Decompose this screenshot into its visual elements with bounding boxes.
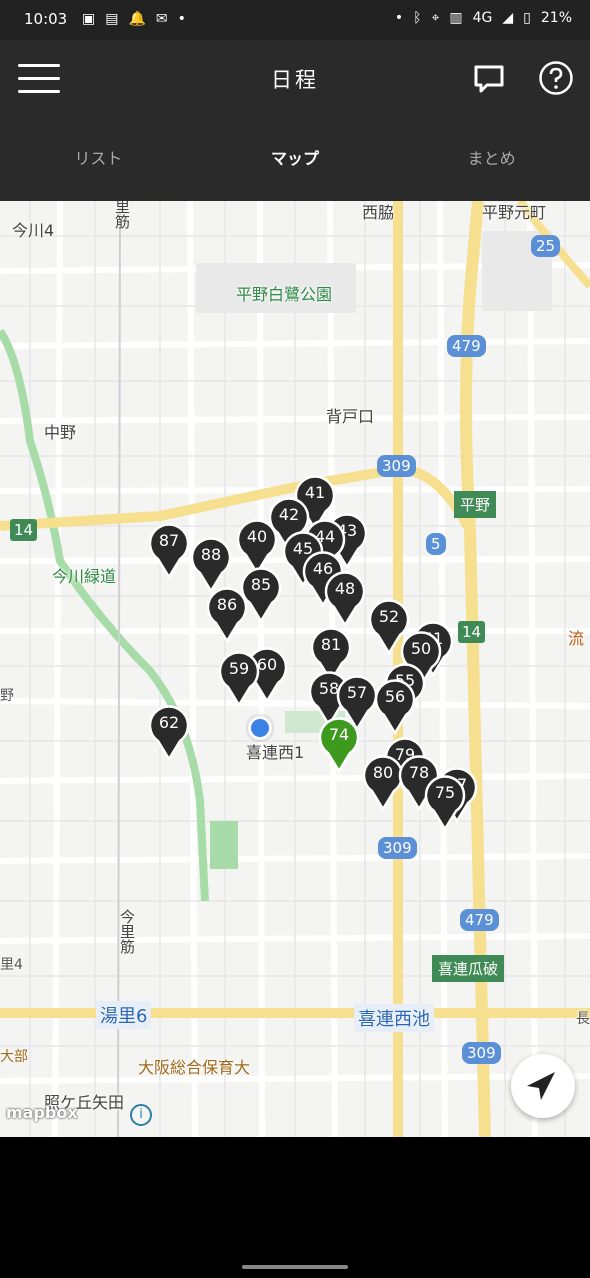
map-label: 大阪総合保育大 [138, 1058, 251, 1077]
map-label: 背戸口 [326, 407, 375, 426]
map-view[interactable]: 今川4 平野白鷺公園 背戸口 中野 今川緑道 喜連西1 西脇 平野元町 里筋 今… [0, 201, 590, 1137]
pin-number: 86 [216, 595, 238, 614]
pin-number: 48 [334, 579, 356, 598]
notification-icons: ▣ ▤ 🔔 ✉ • [82, 11, 186, 27]
pin-number: 75 [434, 783, 456, 802]
map-label: 流 [568, 629, 585, 648]
home-indicator[interactable] [242, 1265, 348, 1269]
map-label: 大部 [0, 1049, 28, 1065]
tab-summary[interactable]: まとめ [393, 118, 590, 201]
pin-number: 50 [410, 639, 432, 658]
pin-number: 59 [228, 659, 250, 678]
navigation-bar [0, 1137, 590, 1278]
bluetooth-icon: ᛒ [413, 10, 422, 26]
dot-icon: • [394, 10, 404, 26]
schedule-pin[interactable]: 86 [206, 587, 248, 643]
pin-number: 87 [158, 531, 180, 550]
map-label: 平野白鷺公園 [236, 285, 333, 304]
pin-number: 88 [200, 545, 222, 564]
schedule-pin[interactable]: 74 [318, 717, 360, 773]
status-bar: 10:03 ▣ ▤ 🔔 ✉ • • ᛒ ⌖ ▥ 4G ◢ ▯ 21% [0, 0, 590, 40]
vibrate-icon: ▥ [449, 10, 463, 26]
station-label: 平野 [454, 491, 497, 518]
route-shield: 14 [458, 621, 486, 643]
route-shield: 479 [460, 909, 499, 931]
chat-icon[interactable] [472, 62, 506, 96]
map-label: 平野元町 [482, 203, 547, 222]
map-label: 喜連西池 [354, 1004, 434, 1032]
map-label: 長 [576, 1011, 590, 1027]
pin-number: 57 [346, 683, 368, 702]
route-shield: 479 [447, 335, 486, 357]
map-roads [0, 201, 590, 1137]
map-label: 野 [0, 688, 14, 704]
help-icon[interactable] [538, 60, 574, 96]
route-shield: 309 [462, 1042, 501, 1064]
mail-icon: ✉ [155, 11, 168, 27]
location-icon: ⌖ [431, 10, 440, 26]
battery-icon: ▯ [523, 10, 531, 26]
map-label: 西脇 [362, 203, 395, 222]
app-bar: 日程 [0, 40, 590, 118]
pin-number: 62 [158, 713, 180, 732]
view-tabs: リスト マップ まとめ [0, 118, 590, 201]
schedule-pin[interactable]: 87 [148, 523, 190, 579]
route-shield: 309 [377, 455, 416, 477]
battery-level: 21% [540, 10, 572, 26]
mapbox-logo: mapbox [6, 1103, 78, 1122]
network-label: 4G [472, 10, 493, 26]
pin-number: 40 [246, 527, 268, 546]
route-shield: 14 [10, 519, 38, 541]
route-shield: 309 [378, 837, 417, 859]
schedule-pin[interactable]: 59 [218, 651, 260, 707]
schedule-pin[interactable]: 48 [324, 571, 366, 627]
system-icons: • ᛒ ⌖ ▥ 4G ◢ ▯ 21% [395, 10, 572, 26]
map-label: 里筋 [113, 201, 131, 229]
signal-icon: ◢ [502, 10, 514, 26]
locate-me-button[interactable] [511, 1054, 575, 1118]
info-icon[interactable]: i [130, 1104, 152, 1126]
clipboard-icon: ▤ [105, 11, 119, 27]
map-label: 喜連西1 [246, 743, 305, 762]
image-icon: ▣ [82, 11, 96, 27]
pin-number: 52 [378, 607, 400, 626]
status-time: 10:03 [24, 10, 68, 28]
map-label: 湯里6 [96, 1001, 152, 1029]
tab-list[interactable]: リスト [0, 118, 197, 201]
pin-number: 74 [328, 725, 350, 744]
schedule-pin[interactable]: 56 [374, 679, 416, 735]
route-shield: 5 [426, 533, 446, 555]
map-label: 今川4 [12, 221, 55, 240]
dot-icon: • [177, 11, 186, 27]
schedule-pin[interactable]: 88 [190, 537, 232, 593]
schedule-pin[interactable]: 62 [148, 705, 190, 761]
pin-number: 56 [384, 687, 406, 706]
map-label: 里4 [0, 957, 23, 973]
map-label: 中野 [44, 423, 77, 442]
station-label: 喜連瓜破 [432, 955, 505, 982]
schedule-pin[interactable]: 75 [424, 775, 466, 831]
current-location-marker [248, 716, 272, 740]
bell-icon: 🔔 [128, 11, 146, 27]
pin-number: 81 [320, 635, 342, 654]
route-shield: 25 [531, 235, 561, 257]
tab-map[interactable]: マップ [197, 118, 394, 201]
map-label: 今川緑道 [52, 567, 117, 586]
map-label: 今里筋 [118, 909, 136, 954]
navigation-arrow-icon [527, 1072, 555, 1100]
